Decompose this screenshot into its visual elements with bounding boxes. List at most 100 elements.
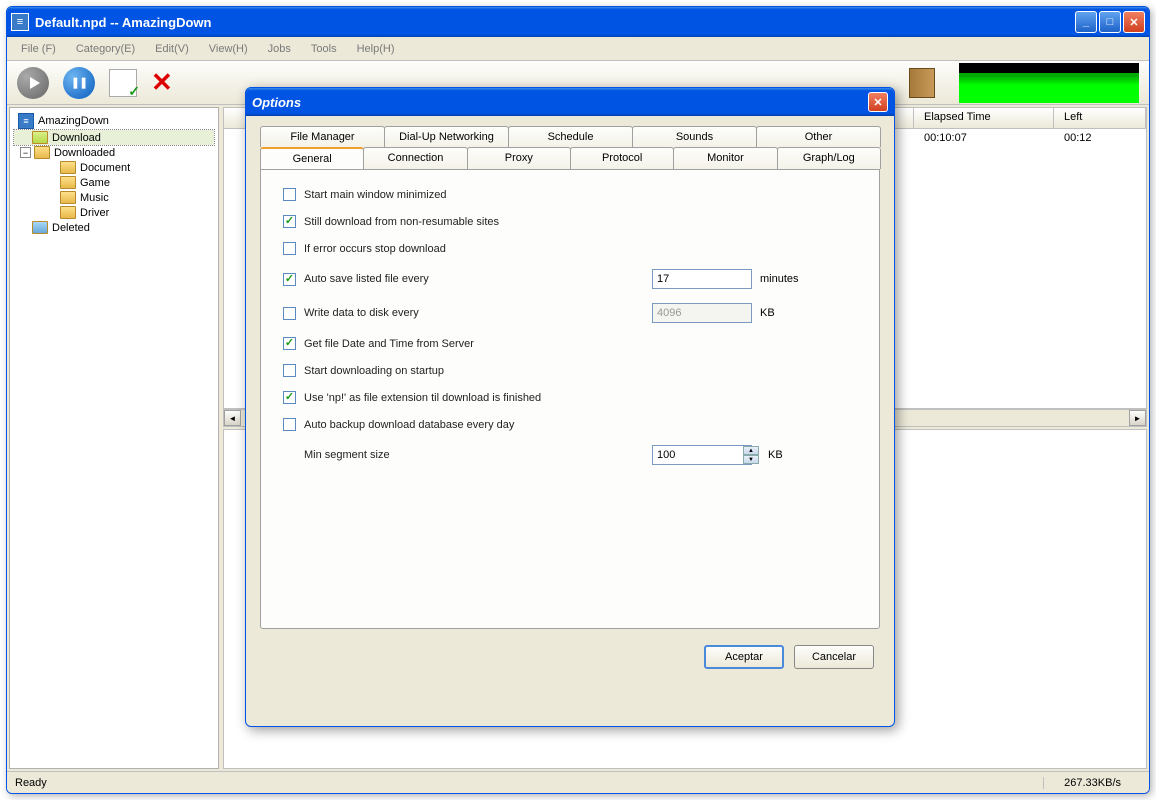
checkbox-auto-save[interactable] (283, 273, 296, 286)
dialog-title: Options (252, 95, 868, 110)
checkbox-start-downloading[interactable] (283, 364, 296, 377)
opt-min-segment: Min segment size ▲ ▼ KB (283, 445, 857, 465)
label-min-segment: Min segment size (304, 449, 644, 461)
tree-child-label: Document (80, 162, 130, 174)
minimize-button[interactable]: _ (1075, 11, 1097, 33)
tree-document[interactable]: Document (14, 160, 214, 175)
status-text: Ready (15, 777, 1043, 789)
menu-edit[interactable]: Edit(V) (147, 40, 197, 58)
opt-auto-save: Auto save listed file every minutes (283, 269, 857, 289)
bandwidth-graph (959, 63, 1139, 103)
menu-category[interactable]: Category(E) (68, 40, 143, 58)
menu-view[interactable]: View(H) (201, 40, 256, 58)
tree-driver[interactable]: Driver (14, 205, 214, 220)
close-button[interactable]: ✕ (1123, 11, 1145, 33)
folder-icon (60, 176, 76, 189)
checkbox-get-date[interactable] (283, 337, 296, 350)
tab-panel-general: Start main window minimized Still downlo… (260, 169, 880, 629)
folder-icon (60, 206, 76, 219)
checkbox-still-download[interactable] (283, 215, 296, 228)
input-write-disk-kb (652, 303, 752, 323)
tree-root[interactable]: ≡ AmazingDown (14, 112, 214, 130)
pause-icon[interactable] (63, 67, 95, 99)
checkbox-if-error[interactable] (283, 242, 296, 255)
menu-jobs[interactable]: Jobs (260, 40, 299, 58)
label-write-disk: Write data to disk every (304, 307, 644, 319)
list-col-left[interactable]: Left (1054, 108, 1146, 128)
options-dialog: Options ✕ File Manager Dial-Up Networkin… (245, 87, 895, 727)
scroll-right-icon[interactable]: ► (1129, 410, 1146, 426)
label-if-error: If error occurs stop download (304, 243, 446, 255)
tree-game[interactable]: Game (14, 175, 214, 190)
label-auto-backup: Auto backup download database every day (304, 419, 514, 431)
tree-music[interactable]: Music (14, 190, 214, 205)
tab-file-manager[interactable]: File Manager (260, 126, 385, 147)
tab-graphlog[interactable]: Graph/Log (777, 147, 881, 169)
checkbox-start-minimized[interactable] (283, 188, 296, 201)
opt-write-disk: Write data to disk every KB (283, 303, 857, 323)
dialog-close-icon[interactable]: ✕ (868, 92, 888, 112)
recycle-icon (32, 221, 48, 234)
tree-deleted-label: Deleted (52, 222, 90, 234)
unit-kb: KB (760, 307, 775, 319)
tree-downloaded[interactable]: − Downloaded (14, 145, 214, 160)
play-icon[interactable] (17, 67, 49, 99)
tab-row-bottom: General Connection Proxy Protocol Monito… (260, 147, 880, 169)
input-min-segment[interactable] (652, 445, 752, 465)
folder-icon (34, 146, 50, 159)
spinner-down-icon[interactable]: ▼ (743, 455, 759, 464)
delete-x-icon[interactable]: ✕ (151, 67, 173, 98)
tree-download[interactable]: Download (14, 130, 214, 145)
opt-start-minimized: Start main window minimized (283, 188, 857, 201)
label-use-np: Use 'np!' as file extension til download… (304, 392, 541, 404)
opt-get-date: Get file Date and Time from Server (283, 337, 857, 350)
app-icon-small: ≡ (18, 113, 34, 129)
unit-minutes: minutes (760, 273, 799, 285)
maximize-button[interactable]: □ (1099, 11, 1121, 33)
tree-root-label: AmazingDown (38, 115, 109, 127)
menu-help[interactable]: Help(H) (349, 40, 403, 58)
tab-schedule[interactable]: Schedule (508, 126, 633, 147)
exit-door-icon[interactable] (909, 68, 935, 98)
spinner-up-icon[interactable]: ▲ (743, 446, 759, 455)
opt-use-np: Use 'np!' as file extension til download… (283, 391, 857, 404)
checkbox-auto-backup[interactable] (283, 418, 296, 431)
checkbox-write-disk[interactable] (283, 307, 296, 320)
titlebar[interactable]: ≡ Default.npd -- AmazingDown _ □ ✕ (7, 7, 1149, 37)
accept-button[interactable]: Aceptar (704, 645, 784, 669)
tree-download-label: Download (52, 132, 101, 144)
category-tree[interactable]: ≡ AmazingDown Download − Downloaded Docu… (9, 107, 219, 769)
tab-dialup[interactable]: Dial-Up Networking (384, 126, 509, 147)
window-controls: _ □ ✕ (1075, 11, 1145, 33)
tab-container: File Manager Dial-Up Networking Schedule… (260, 126, 880, 629)
tree-child-label: Music (80, 192, 109, 204)
scroll-left-icon[interactable]: ◄ (224, 410, 241, 426)
cancel-button[interactable]: Cancelar (794, 645, 874, 669)
checkbox-use-np[interactable] (283, 391, 296, 404)
tab-protocol[interactable]: Protocol (570, 147, 674, 169)
tree-deleted[interactable]: Deleted (14, 220, 214, 235)
list-col-elapsed[interactable]: Elapsed Time (914, 108, 1054, 128)
statusbar: Ready 267.33KB/s (7, 771, 1149, 793)
tab-other[interactable]: Other (756, 126, 881, 147)
tab-monitor[interactable]: Monitor (673, 147, 777, 169)
opt-auto-backup: Auto backup download database every day (283, 418, 857, 431)
label-start-minimized: Start main window minimized (304, 189, 446, 201)
document-check-icon[interactable] (109, 69, 137, 97)
menu-tools[interactable]: Tools (303, 40, 345, 58)
folder-icon (60, 161, 76, 174)
input-auto-save-minutes[interactable] (652, 269, 752, 289)
tab-row-top: File Manager Dial-Up Networking Schedule… (260, 126, 880, 147)
tab-general[interactable]: General (260, 147, 364, 169)
tab-connection[interactable]: Connection (363, 147, 467, 169)
folder-icon (60, 191, 76, 204)
cell-elapsed: 00:10:07 (924, 132, 1064, 144)
tab-sounds[interactable]: Sounds (632, 126, 757, 147)
tree-child-label: Driver (80, 207, 109, 219)
cell-left: 00:12 (1064, 132, 1092, 144)
tab-proxy[interactable]: Proxy (467, 147, 571, 169)
menu-file[interactable]: File (F) (13, 40, 64, 58)
tree-collapse-icon[interactable]: − (20, 147, 31, 158)
status-speed: 267.33KB/s (1043, 777, 1141, 789)
dialog-titlebar[interactable]: Options ✕ (246, 88, 894, 116)
